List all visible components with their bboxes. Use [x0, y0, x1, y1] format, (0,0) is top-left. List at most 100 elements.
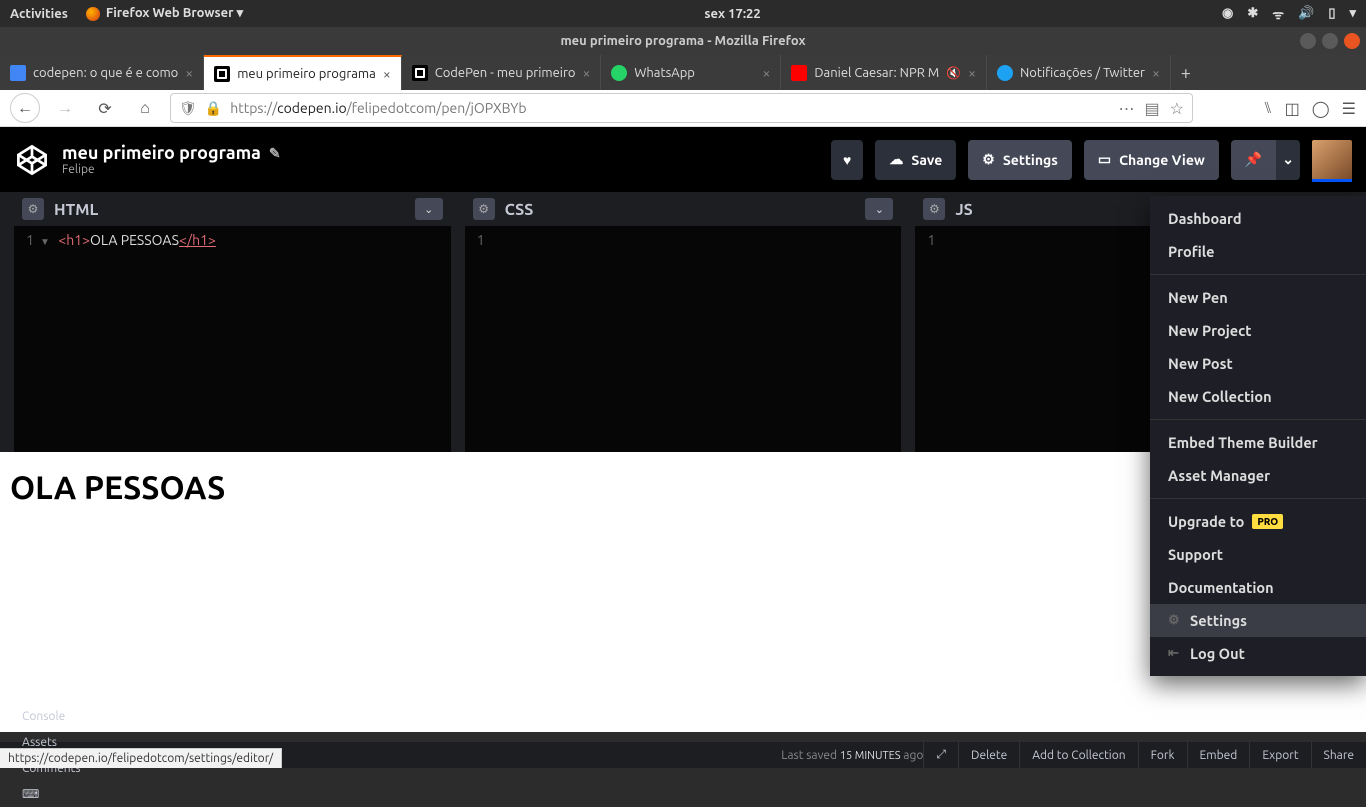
reader-icon[interactable]: ▤	[1145, 99, 1160, 118]
pin-button[interactable]: 📌	[1231, 140, 1276, 180]
new-tab-button[interactable]: +	[1171, 55, 1201, 90]
panel-title: HTML	[54, 199, 106, 219]
fork-button[interactable]: Fork	[1138, 742, 1187, 768]
panel-dropdown[interactable]: ⌄	[865, 198, 893, 220]
menu-asset-manager[interactable]: Asset Manager	[1150, 459, 1366, 492]
app-menu[interactable]: Firefox Web Browser ▾	[86, 6, 243, 21]
chevron-down-icon: ⌄	[875, 203, 884, 216]
embed-button[interactable]: Embed	[1187, 742, 1250, 768]
expand-icon: ⤢	[936, 748, 946, 762]
pin-dropdown[interactable]: ⌄	[1276, 140, 1300, 180]
menu-new-project[interactable]: New Project	[1150, 314, 1366, 347]
menu-icon[interactable]: ☰	[1342, 99, 1356, 118]
codepen-logo-icon	[15, 143, 49, 177]
chevron-down-icon: ⌄	[1282, 151, 1294, 168]
keyboard-icon: ⌨	[22, 787, 39, 801]
lock-icon[interactable]: 🔒	[205, 100, 222, 117]
menu-new-collection[interactable]: New Collection	[1150, 380, 1366, 413]
panel-css: ⚙ CSS ⌄ 1	[465, 192, 902, 452]
expand-button[interactable]: ⤢	[923, 742, 958, 768]
panel-settings-button[interactable]: ⚙	[473, 198, 495, 220]
slack-icon[interactable]: ✱	[1247, 6, 1258, 21]
shortcuts-button[interactable]: ⌨	[10, 781, 92, 807]
reload-button[interactable]: ⟳	[90, 93, 120, 123]
clock[interactable]: sex 17:22	[243, 7, 1222, 21]
save-button[interactable]: ☁ Save	[875, 140, 956, 180]
nav-back-button[interactable]: ←	[10, 93, 40, 123]
change-view-button[interactable]: ▭ Change View	[1084, 140, 1219, 180]
codepen-icon	[214, 66, 230, 82]
volume-icon[interactable]: 🔊	[1298, 6, 1314, 21]
edit-icon[interactable]: ✎	[269, 145, 281, 162]
firefox-icon	[86, 7, 100, 21]
window-maximize[interactable]	[1322, 33, 1338, 49]
pen-title[interactable]: meu primeiro programa	[62, 143, 261, 163]
menu-new-pen[interactable]: New Pen	[1150, 281, 1366, 314]
tab-twitter[interactable]: Notificações / Twitter ×	[987, 55, 1171, 90]
fold-icon[interactable]: ▼	[40, 236, 50, 247]
address-bar[interactable]: 🛡 🔒 https://codepen.io/felipedotcom/pen/…	[170, 93, 1193, 123]
tab-whatsapp[interactable]: WhatsApp ×	[601, 55, 781, 90]
css-editor[interactable]: 1	[465, 226, 902, 452]
html-editor[interactable]: 1▼ <h1>OLA PESSOAS</h1>	[14, 226, 451, 452]
menu-separator	[1150, 274, 1366, 275]
menu-embed-builder[interactable]: Embed Theme Builder	[1150, 426, 1366, 459]
close-icon[interactable]: ×	[762, 65, 770, 81]
battery-icon[interactable]: ▯	[1328, 6, 1335, 21]
discord-icon[interactable]: ◉	[1222, 6, 1233, 21]
last-saved: Last saved 15 minutes ago	[781, 749, 923, 762]
tab-docs[interactable]: codepen: o que é e como ×	[0, 55, 204, 90]
mute-icon[interactable]: 🔇	[946, 66, 961, 80]
tab-codepen-view[interactable]: CodePen - meu primeiro ×	[402, 55, 602, 90]
menu-documentation[interactable]: Documentation	[1150, 571, 1366, 604]
menu-separator	[1150, 498, 1366, 499]
codepen-icon	[412, 65, 428, 81]
menu-settings[interactable]: ⚙ Settings	[1150, 604, 1366, 637]
tab-codepen-editor[interactable]: meu primeiro programa ×	[204, 55, 402, 90]
menu-profile[interactable]: Profile	[1150, 235, 1366, 268]
like-button[interactable]: ♥	[831, 140, 863, 180]
home-button[interactable]: ⌂	[130, 93, 160, 123]
close-icon[interactable]: ×	[968, 65, 976, 81]
settings-button[interactable]: ⚙ Settings	[968, 140, 1072, 180]
gear-icon: ⚙	[929, 202, 940, 216]
add-collection-button[interactable]: Add to Collection	[1019, 742, 1137, 768]
pin-icon: 📌	[1245, 151, 1262, 168]
menu-dashboard[interactable]: Dashboard	[1150, 202, 1366, 235]
menu-support[interactable]: Support	[1150, 538, 1366, 571]
tab-youtube[interactable]: Daniel Caesar: NPR M 🔇 ×	[781, 55, 987, 90]
library-icon[interactable]: ⑊	[1263, 99, 1273, 118]
gear-icon: ⚙	[982, 151, 995, 168]
menu-logout[interactable]: ⇤ Log Out	[1150, 637, 1366, 670]
export-button[interactable]: Export	[1249, 742, 1310, 768]
link-hover-preview: https://codepen.io/felipedotcom/settings…	[0, 748, 282, 768]
pen-author[interactable]: Felipe	[62, 163, 819, 176]
google-docs-icon	[10, 65, 26, 81]
panel-settings-button[interactable]: ⚙	[22, 198, 44, 220]
panel-dropdown[interactable]: ⌄	[415, 198, 443, 220]
bookmark-star-icon[interactable]: ☆	[1170, 99, 1184, 118]
close-icon[interactable]: ×	[383, 66, 391, 82]
menu-new-post[interactable]: New Post	[1150, 347, 1366, 380]
page-actions-icon[interactable]: ⋯	[1119, 99, 1135, 118]
codepen-logo[interactable]	[14, 142, 50, 178]
delete-button[interactable]: Delete	[958, 742, 1019, 768]
share-button[interactable]: Share	[1311, 742, 1366, 768]
power-icon[interactable]: ▾	[1349, 6, 1356, 21]
console-button[interactable]: Console	[10, 703, 92, 729]
close-icon[interactable]: ×	[185, 65, 193, 81]
gnome-topbar: Activities Firefox Web Browser ▾ sex 17:…	[0, 0, 1366, 27]
shield-icon[interactable]: 🛡	[179, 100, 197, 117]
close-icon[interactable]: ×	[1152, 65, 1160, 81]
window-minimize[interactable]	[1300, 33, 1316, 49]
panel-settings-button[interactable]: ⚙	[923, 198, 945, 220]
sidebar-icon[interactable]: ◫	[1285, 99, 1300, 118]
window-close[interactable]	[1344, 33, 1360, 49]
close-icon[interactable]: ×	[582, 65, 590, 81]
wifi-icon[interactable]: ᯤ	[1272, 5, 1284, 23]
menu-upgrade[interactable]: Upgrade to PRO	[1150, 505, 1366, 538]
activities-button[interactable]: Activities	[10, 7, 68, 21]
youtube-icon	[791, 65, 807, 81]
avatar[interactable]	[1312, 140, 1352, 180]
account-icon[interactable]: ◯	[1312, 99, 1330, 118]
